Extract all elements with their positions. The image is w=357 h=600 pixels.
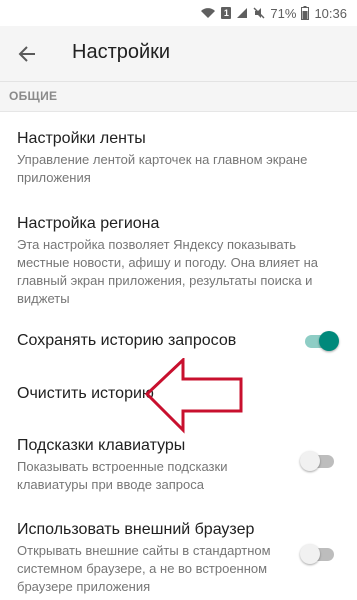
battery-percent: 71%	[270, 5, 297, 21]
setting-external-browser[interactable]: Использовать внешний браузер Открывать в…	[17, 520, 287, 596]
app-bar: Настройки	[0, 26, 357, 82]
setting-title: Настройка региона	[17, 215, 160, 232]
keyboard-suggestions-toggle[interactable]	[300, 451, 336, 471]
annotation-arrow-icon	[145, 358, 243, 434]
setting-description: Открывать внешние сайты в стандартном си…	[17, 543, 271, 594]
mute-icon	[253, 7, 265, 19]
section-header: ОБЩИЕ	[0, 82, 357, 112]
toggle-thumb	[300, 451, 320, 471]
wifi-icon	[201, 8, 216, 18]
back-arrow-icon[interactable]	[14, 41, 40, 67]
setting-description: Показывать встроенные подсказки клавиату…	[17, 459, 228, 492]
toggle-thumb	[319, 331, 339, 351]
setting-description: Управление лентой карточек на главном эк…	[17, 152, 308, 185]
setting-save-history[interactable]: Сохранять историю запросов	[17, 331, 297, 351]
toggle-thumb	[300, 544, 320, 564]
battery-icon	[301, 6, 310, 20]
setting-title: Подсказки клавиатуры	[17, 437, 186, 454]
setting-title: Использовать внешний браузер	[17, 521, 255, 538]
setting-feed[interactable]: Настройки ленты Управление лентой карточ…	[17, 129, 347, 187]
setting-region[interactable]: Настройка региона Эта настройка позволяе…	[17, 214, 347, 308]
signal-icon	[237, 8, 248, 18]
setting-description: Эта настройка позволяет Яндексу показыва…	[17, 237, 319, 306]
status-bar: 1 71% 10:36	[0, 0, 357, 26]
clock: 10:36	[314, 5, 347, 21]
setting-keyboard-suggestions[interactable]: Подсказки клавиатуры Показывать встроенн…	[17, 436, 287, 494]
setting-title: Сохранять историю запросов	[17, 332, 237, 349]
status-icons: 1 71% 10:36	[200, 6, 347, 21]
setting-title: Настройки ленты	[17, 130, 146, 147]
external-browser-toggle[interactable]	[300, 544, 336, 564]
section-header-label: ОБЩИЕ	[9, 89, 58, 103]
sim-badge: 1	[221, 7, 232, 19]
save-history-toggle[interactable]	[303, 331, 339, 351]
page-title: Настройки	[72, 41, 171, 63]
